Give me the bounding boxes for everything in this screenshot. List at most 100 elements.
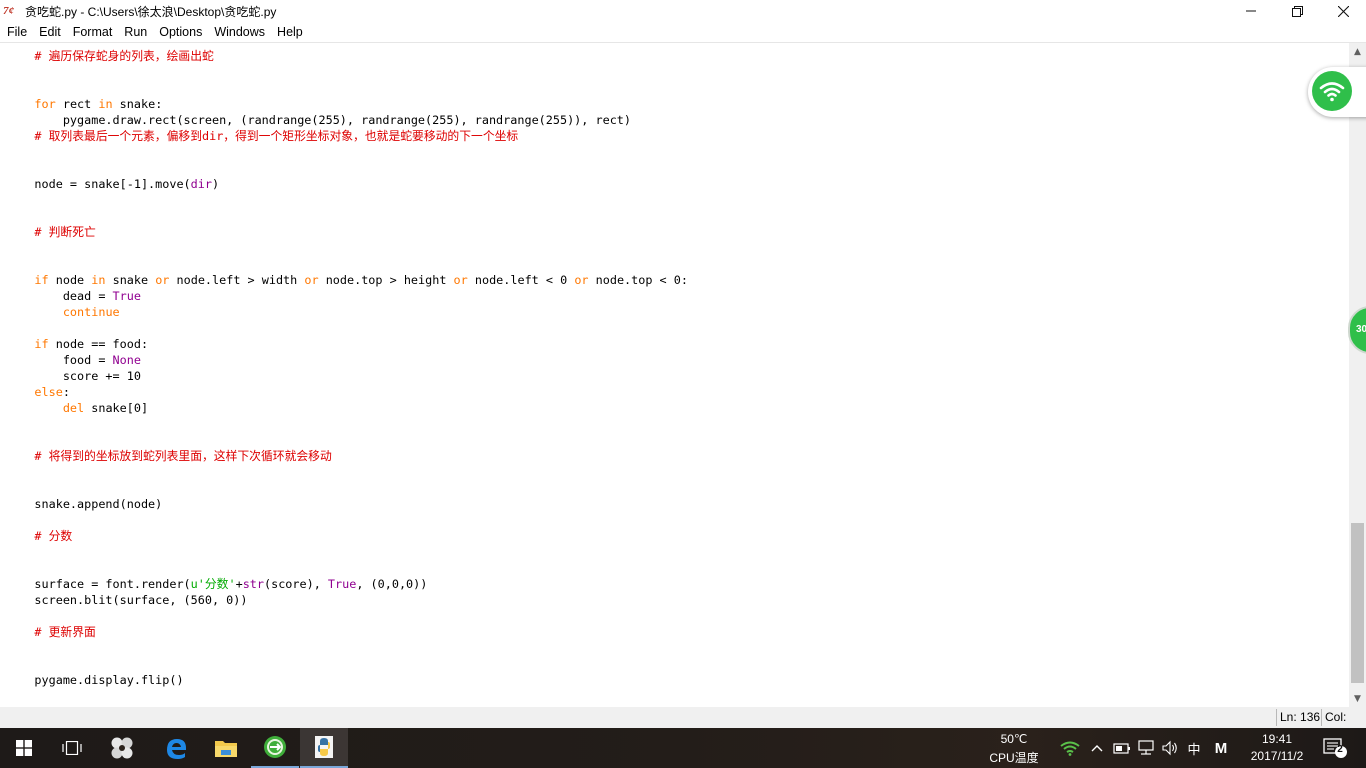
code-line[interactable]: pygame.draw.rect(screen, (randrange(255)… [6, 112, 631, 128]
code-token: in [91, 273, 106, 287]
minimize-button[interactable] [1228, 0, 1274, 22]
ime-language-indicator[interactable]: 中 [1184, 738, 1204, 758]
floating-wifi-widget[interactable] [1308, 67, 1366, 117]
code-token: snake: [112, 97, 163, 111]
menu-format[interactable]: Format [67, 22, 119, 42]
maximize-button[interactable] [1274, 0, 1320, 22]
menu-run[interactable]: Run [118, 22, 153, 42]
menu-options[interactable]: Options [153, 22, 208, 42]
code-line[interactable]: if node == food: [6, 336, 148, 352]
code-token: continue [62, 305, 120, 319]
code-line[interactable]: for rect in snake: [6, 96, 162, 112]
volume-speaker-icon[interactable] [1160, 738, 1180, 758]
taskbar-edge[interactable] [152, 728, 200, 768]
restore-icon [1291, 5, 1303, 17]
task-view-button[interactable] [48, 728, 96, 768]
code-token: food = [6, 353, 113, 367]
taskbar-python-idle[interactable] [300, 728, 348, 768]
file-explorer-icon [215, 741, 237, 757]
menu-windows[interactable]: Windows [208, 22, 271, 42]
ime-mode-indicator[interactable]: M [1210, 738, 1232, 758]
code-token: snake [105, 273, 156, 287]
code-token: + [235, 577, 243, 591]
code-token: or [155, 273, 170, 287]
code-line[interactable]: # 将得到的坐标放到蛇列表里面，这样下次循环就会移动 [6, 448, 331, 464]
code-line[interactable]: food = None [6, 352, 141, 368]
code-line[interactable]: continue [6, 304, 120, 320]
code-line[interactable]: del snake[0] [6, 400, 148, 416]
screen: 7¢ 贪吃蛇.py - C:\Users\徐太浪\Desktop\贪吃蛇.py … [0, 0, 1366, 768]
taskbar-file-explorer[interactable] [202, 728, 250, 768]
task-view-icon [62, 741, 82, 755]
code-token: snake[0] [84, 401, 149, 415]
action-center-button[interactable]: 2 [1320, 738, 1350, 758]
code-line[interactable]: snake.append(node) [6, 496, 162, 512]
battery-device-icon[interactable] [1112, 738, 1132, 758]
taskbar-green-browser[interactable] [251, 728, 299, 768]
code-token: for [34, 97, 56, 111]
code-line[interactable]: node = snake[-1].move(dir) [6, 176, 219, 192]
code-token: ) [211, 177, 220, 191]
code-token: snake.append(node) [6, 497, 163, 511]
code-token: # 分数 [34, 529, 73, 543]
window-title-bar[interactable]: 7¢ 贪吃蛇.py - C:\Users\徐太浪\Desktop\贪吃蛇.py [0, 0, 1366, 22]
edge-icon [167, 739, 186, 759]
app-pinwheel-icon [111, 737, 133, 759]
code-token: str [242, 577, 264, 591]
scroll-up-arrow-icon[interactable]: ▲ [1349, 43, 1366, 60]
taskbar-app-pinwheel[interactable] [98, 728, 146, 768]
code-token: else [34, 385, 63, 399]
menu-edit[interactable]: Edit [33, 22, 67, 42]
vertical-scrollbar[interactable]: ▲ ▼ [1349, 43, 1366, 707]
code-line[interactable]: # 取列表最后一个元素，偏移到dir，得到一个矩形坐标对象，也就是蛇要移动的下一… [6, 128, 518, 144]
code-token: node == food: [48, 337, 149, 351]
code-line[interactable]: # 遍历保存蛇身的列表，绘画出蛇 [6, 48, 213, 64]
code-line[interactable]: else: [6, 384, 70, 400]
scroll-down-arrow-icon[interactable]: ▼ [1349, 690, 1366, 707]
windows-start-icon [16, 740, 32, 756]
show-hidden-icons-chevron-icon[interactable] [1088, 738, 1106, 758]
code-token: node.top < 0: [588, 273, 688, 287]
python-idle-icon [315, 736, 333, 758]
menu-help[interactable]: Help [271, 22, 309, 42]
close-icon [1337, 5, 1349, 17]
notification-count-badge: 2 [1337, 744, 1343, 755]
start-button[interactable] [0, 728, 48, 768]
close-button[interactable] [1320, 0, 1366, 22]
taskbar: 50℃ CPU温度 中 M 19:41 2017/11/2 2 [0, 728, 1366, 768]
code-editor[interactable]: # 遍历保存蛇身的列表，绘画出蛇 for rect in snake: pyga… [0, 43, 1349, 707]
code-token: True [327, 577, 357, 591]
code-token: : [62, 385, 70, 399]
clock-date[interactable]: 2017/11/2 [1240, 749, 1314, 763]
network-wifi-icon[interactable] [1058, 738, 1082, 758]
code-line[interactable]: dead = True [6, 288, 141, 304]
menu-file[interactable]: File [0, 22, 33, 42]
code-line[interactable]: surface = font.render(u'分数'+str(score), … [6, 576, 427, 592]
scrollbar-thumb[interactable] [1351, 523, 1364, 683]
code-token: # 取列表最后一个元素，偏移到dir，得到一个矩形坐标对象，也就是蛇要移动的下一… [34, 129, 519, 143]
window-controls [1228, 0, 1366, 22]
code-token: pygame.draw.rect(screen, (randrange(255)… [6, 113, 632, 127]
code-line[interactable]: screen.blit(surface, (560, 0)) [6, 592, 247, 608]
code-line[interactable]: pygame.display.flip() [6, 672, 183, 688]
code-line[interactable]: if node in snake or node.left > width or… [6, 272, 688, 288]
code-token: (score), [264, 577, 328, 591]
code-token: node [48, 273, 92, 287]
code-line[interactable]: # 分数 [6, 528, 72, 544]
code-token: surface = font.render( [6, 577, 191, 591]
clock-time[interactable]: 19:41 [1240, 732, 1314, 746]
ethernet-network-icon[interactable] [1136, 738, 1156, 758]
cpu-temperature-label: CPU温度 [989, 751, 1039, 765]
cpu-temperature: 50℃ [1000, 732, 1028, 746]
code-line[interactable]: score += 10 [6, 368, 141, 384]
code-line[interactable]: # 更新界面 [6, 624, 95, 640]
idle-app-icon: 7¢ [3, 5, 14, 17]
code-line[interactable]: # 判断死亡 [6, 224, 95, 240]
